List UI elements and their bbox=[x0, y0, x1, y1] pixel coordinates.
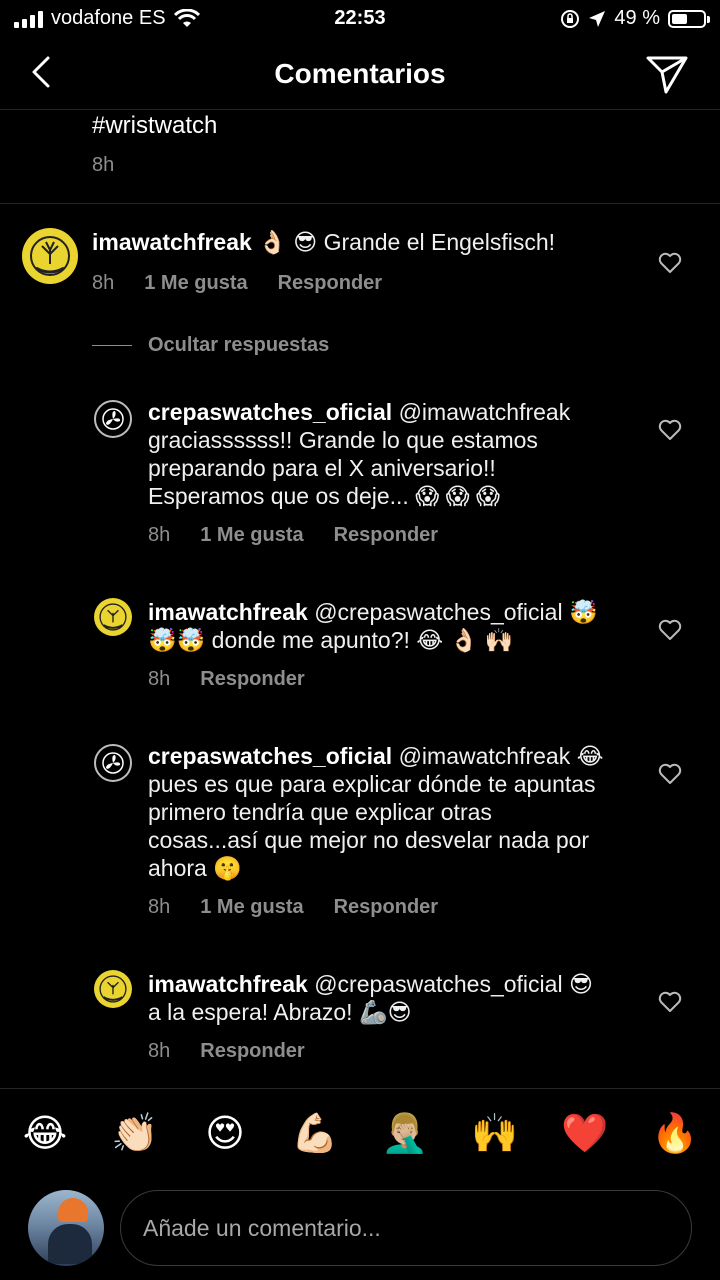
likes-count[interactable]: 1 Me gusta bbox=[144, 272, 247, 295]
avatar[interactable] bbox=[22, 228, 78, 284]
avatar[interactable] bbox=[94, 970, 132, 1008]
comment-time: 8h bbox=[148, 524, 171, 546]
heart-icon[interactable] bbox=[658, 252, 682, 274]
status-bar: vodafone ES 22:53 49 % bbox=[0, 0, 720, 40]
divider bbox=[92, 345, 132, 346]
location-icon bbox=[589, 10, 606, 27]
heart-icon[interactable] bbox=[658, 419, 682, 441]
likes-count[interactable]: 1 Me gusta bbox=[200, 896, 303, 919]
comment-username[interactable]: imawatchfreak bbox=[92, 229, 252, 255]
hide-replies-button[interactable]: Ocultar respuestas bbox=[92, 334, 329, 357]
avatar[interactable] bbox=[94, 598, 132, 636]
avatar[interactable] bbox=[94, 400, 132, 438]
reply-button[interactable]: Responder bbox=[334, 896, 438, 919]
reply-button[interactable]: Responder bbox=[200, 1040, 304, 1063]
hide-replies-label: Ocultar respuestas bbox=[148, 334, 330, 356]
comment-username[interactable]: crepaswatches_oficial bbox=[148, 743, 392, 769]
comment-time: 8h bbox=[148, 668, 171, 690]
my-avatar bbox=[28, 1190, 104, 1266]
comment-composer: Añade un comentario... bbox=[0, 1180, 720, 1280]
emoji-fire-button[interactable]: 🔥 bbox=[645, 1112, 705, 1156]
reply-button[interactable]: Responder bbox=[334, 524, 438, 547]
comment-username[interactable]: imawatchfreak bbox=[148, 599, 308, 625]
emoji-heart-eyes-button[interactable]: 😍 bbox=[195, 1111, 255, 1156]
emoji-heart-button[interactable]: ❤️ bbox=[555, 1112, 615, 1156]
page-title: Comentarios bbox=[274, 58, 446, 89]
nav-header: Comentarios bbox=[0, 40, 720, 110]
post-caption: #wristwatch 8h bbox=[0, 110, 720, 204]
comment-time: 8h bbox=[148, 896, 171, 918]
comment-time: 8h bbox=[92, 272, 115, 294]
emoji-joy-button[interactable]: 😂 bbox=[15, 1111, 75, 1156]
comment-username[interactable]: crepaswatches_oficial bbox=[148, 399, 392, 425]
emoji-clap-button[interactable]: 👏🏻 bbox=[105, 1112, 165, 1156]
emoji-raised-hands-button[interactable]: 🙌 bbox=[465, 1112, 525, 1156]
comment-time: 8h bbox=[148, 1040, 171, 1062]
likes-count[interactable]: 1 Me gusta bbox=[200, 524, 303, 547]
battery-percentage: 49 % bbox=[614, 7, 660, 29]
rotation-lock-icon bbox=[561, 9, 580, 28]
caption-text[interactable]: #wristwatch bbox=[92, 112, 217, 140]
battery-icon bbox=[668, 9, 710, 28]
emoji-muscle-button[interactable]: 💪🏻 bbox=[285, 1112, 345, 1156]
comment-input[interactable]: Añade un comentario... bbox=[120, 1190, 692, 1266]
emoji-quick-bar: 😂 👏🏻 😍 💪🏻 🤦🏼‍♂️ 🙌 ❤️ 🔥 bbox=[0, 1088, 720, 1178]
heart-icon[interactable] bbox=[658, 763, 682, 785]
comment-username[interactable]: imawatchfreak bbox=[148, 971, 308, 997]
direct-send-icon[interactable] bbox=[644, 50, 690, 96]
heart-icon[interactable] bbox=[658, 991, 682, 1013]
reply-button[interactable]: Responder bbox=[278, 272, 382, 295]
reply-button[interactable]: Responder bbox=[200, 668, 304, 691]
caption-time: 8h bbox=[92, 154, 115, 176]
heart-icon[interactable] bbox=[658, 619, 682, 641]
comment-text: 👌🏻 😎 Grande el Engelsfisch! bbox=[258, 229, 556, 255]
avatar[interactable] bbox=[94, 744, 132, 782]
emoji-facepalm-button[interactable]: 🤦🏼‍♂️ bbox=[375, 1112, 435, 1156]
